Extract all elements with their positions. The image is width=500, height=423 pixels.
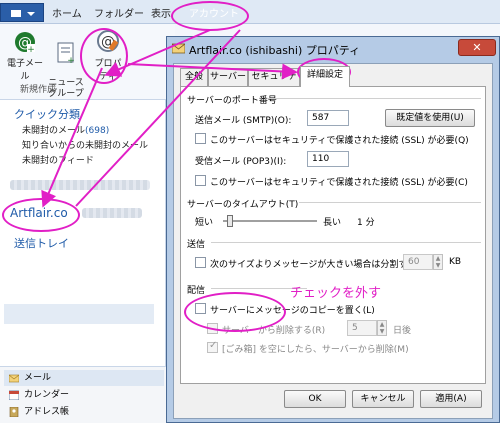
annotation-uncheck-text: チェックを外す	[290, 286, 382, 301]
arrow-account-tab-line	[75, 29, 241, 207]
arrow-account-folder-to-properties	[41, 67, 103, 208]
tab-advanced[interactable]: 詳細設定	[300, 66, 350, 87]
arrow-properties-to-advanced	[127, 63, 298, 80]
annotation-arrows	[41, 29, 298, 208]
